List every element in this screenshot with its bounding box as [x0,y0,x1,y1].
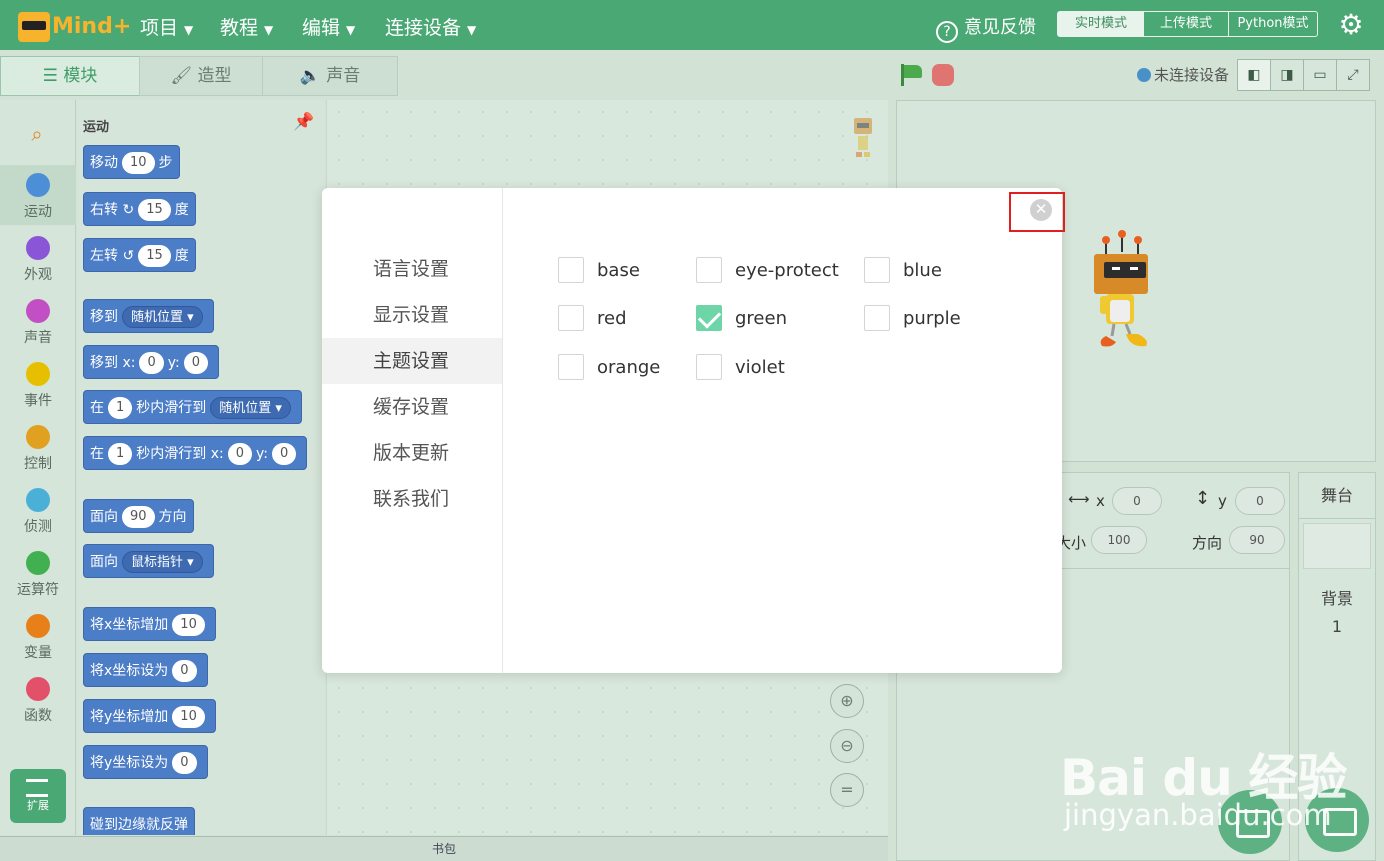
settings-menu-language[interactable]: 语言设置 [322,246,502,292]
settings-menu: 语言设置 显示设置 主题设置 缓存设置 版本更新 联系我们 [322,188,503,673]
checkbox[interactable] [558,257,584,283]
checkbox-checked[interactable] [696,305,722,331]
settings-menu-contact[interactable]: 联系我们 [322,476,502,522]
checkbox[interactable] [558,305,584,331]
theme-option-violet[interactable]: violet [696,354,785,380]
checkbox[interactable] [864,257,890,283]
settings-menu-display[interactable]: 显示设置 [322,292,502,338]
theme-option-blue[interactable]: blue [864,257,942,283]
checkbox[interactable] [558,354,584,380]
settings-menu-theme[interactable]: 主题设置 [322,338,502,384]
settings-menu-cache[interactable]: 缓存设置 [322,384,502,430]
theme-option-eye-protect[interactable]: eye-protect [696,257,839,283]
theme-option-orange[interactable]: orange [558,354,660,380]
checkbox[interactable] [864,305,890,331]
settings-dialog: 语言设置 显示设置 主题设置 缓存设置 版本更新 联系我们 base eye-p… [322,188,1062,673]
theme-option-base[interactable]: base [558,257,640,283]
checkbox[interactable] [696,354,722,380]
annotation-highlight-box [1009,192,1065,232]
theme-option-purple[interactable]: purple [864,305,961,331]
settings-menu-update[interactable]: 版本更新 [322,430,502,476]
theme-option-red[interactable]: red [558,305,627,331]
checkbox[interactable] [696,257,722,283]
theme-option-green[interactable]: green [696,305,787,331]
